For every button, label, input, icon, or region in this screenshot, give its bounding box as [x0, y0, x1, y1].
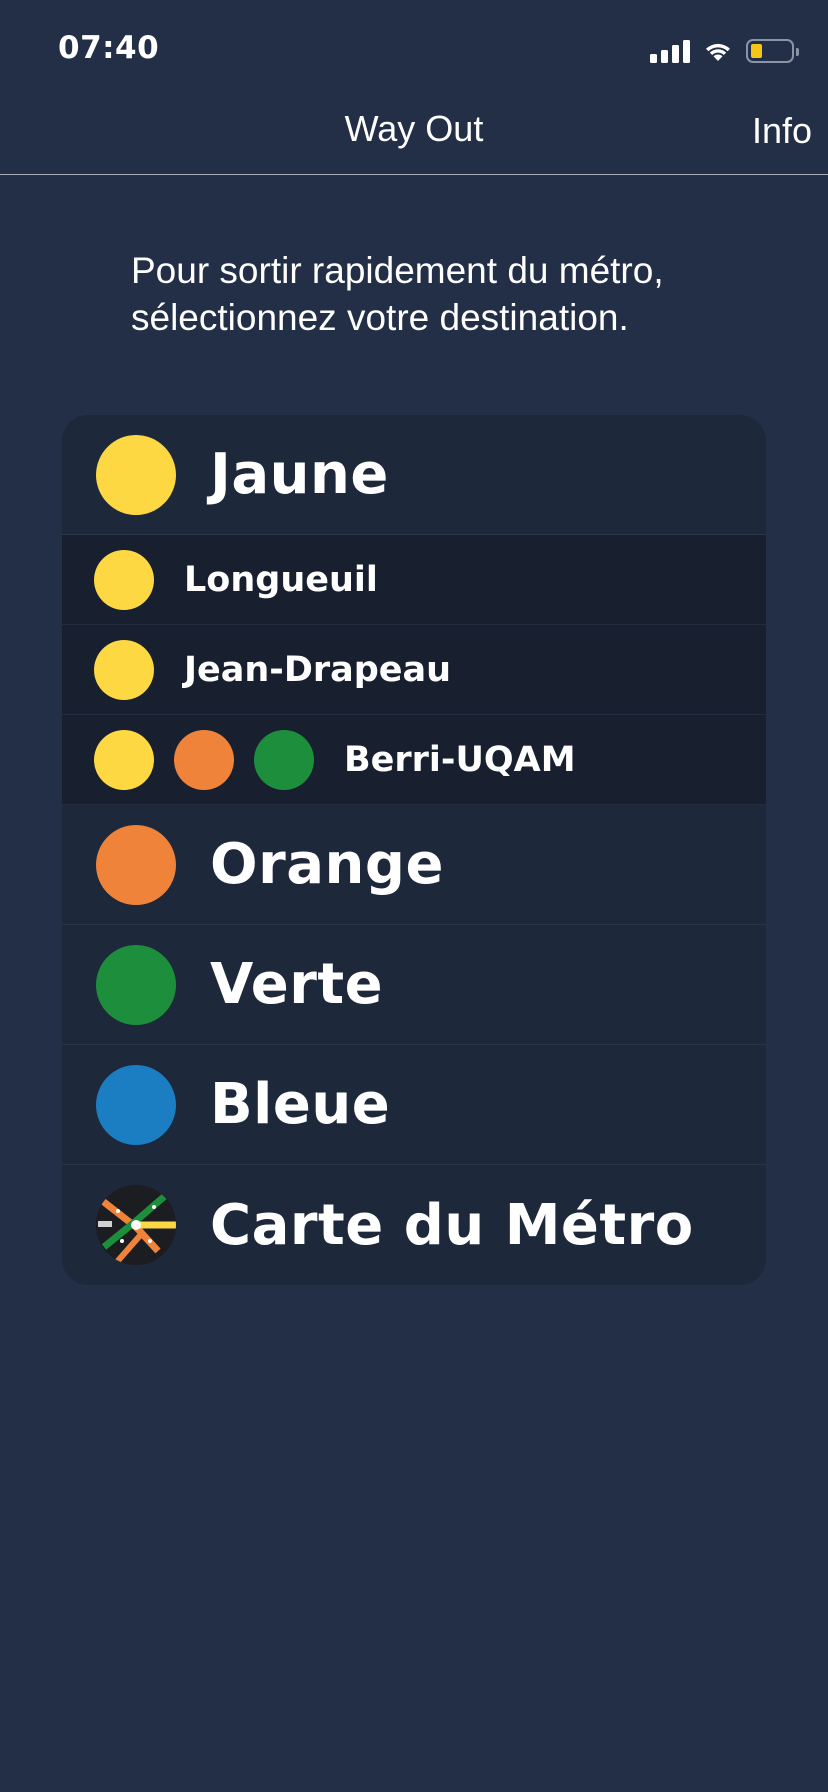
station-row-longueuil[interactable]: Longueuil	[62, 535, 766, 625]
battery-icon	[746, 39, 799, 63]
blue-line-dot-icon	[96, 1064, 176, 1145]
yellow-line-dot-icon	[96, 434, 176, 515]
line-row-bleue[interactable]: Bleue	[62, 1045, 766, 1165]
cellular-signal-icon	[650, 39, 690, 63]
line-row-verte[interactable]: Verte	[62, 925, 766, 1045]
green-line-dot-icon	[254, 729, 314, 790]
orange-line-dot-icon	[96, 824, 176, 905]
metro-map-row[interactable]: Carte du Métro	[62, 1165, 766, 1285]
intro-text: Pour sortir rapidement du métro, sélecti…	[131, 250, 664, 338]
yellow-line-dot-icon	[94, 729, 154, 790]
metro-map-icon	[96, 1185, 176, 1265]
station-label: Berri-UQAM	[344, 739, 576, 780]
status-icons	[650, 36, 799, 66]
station-row-berri-uqam[interactable]: Berri-UQAM	[62, 715, 766, 805]
wifi-icon	[706, 43, 730, 61]
line-row-jaune[interactable]: Jaune	[62, 415, 766, 535]
navigation-bar: Way Out Info	[0, 100, 828, 175]
yellow-line-dot-icon	[94, 639, 154, 700]
line-label: Jaune	[210, 442, 389, 507]
green-line-dot-icon	[96, 944, 176, 1025]
station-label: Longueuil	[184, 559, 378, 600]
station-label: Jean-Drapeau	[184, 649, 452, 690]
line-row-orange[interactable]: Orange	[62, 805, 766, 925]
yellow-line-dot-icon	[94, 549, 154, 610]
status-bar: 07:40	[0, 0, 828, 100]
status-time: 07:40	[58, 30, 160, 66]
line-list: Jaune Longueuil Jean-Drapeau Berri-UQAM …	[62, 415, 766, 1285]
line-label: Bleue	[210, 1072, 391, 1137]
line-label: Verte	[210, 952, 384, 1017]
station-row-jean-drapeau[interactable]: Jean-Drapeau	[62, 625, 766, 715]
orange-line-dot-icon	[174, 729, 234, 790]
line-label: Orange	[210, 832, 444, 897]
page-title: Way Out	[344, 108, 484, 149]
info-button[interactable]: Info	[752, 110, 812, 152]
map-label: Carte du Métro	[210, 1192, 694, 1258]
